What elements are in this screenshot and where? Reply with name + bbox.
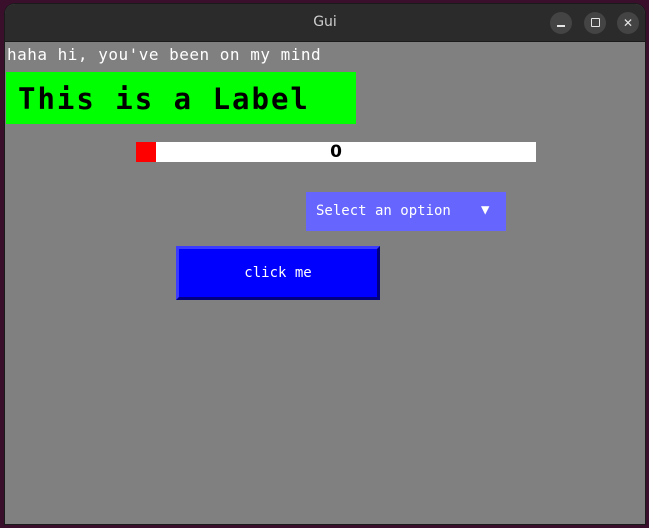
dropdown-label: Select an option	[316, 203, 451, 219]
window-title: Gui	[313, 14, 337, 30]
chevron-down-icon: ▼	[481, 202, 490, 218]
click-me-button[interactable]: click me	[176, 246, 380, 300]
option-dropdown[interactable]: Select an option ▼	[306, 192, 506, 231]
minimize-button[interactable]	[550, 12, 572, 34]
close-icon: ✕	[622, 16, 634, 30]
app-window: Gui ✕ haha hi, you've been on my mind Th…	[5, 4, 645, 524]
window-content: haha hi, you've been on my mind This is …	[5, 42, 645, 524]
progress-value: 0	[330, 142, 342, 162]
title-bar[interactable]: Gui ✕	[5, 4, 645, 42]
maximize-button[interactable]	[584, 12, 606, 34]
maximize-icon	[590, 18, 600, 27]
minimize-icon	[557, 25, 565, 27]
greeting-text: haha hi, you've been on my mind	[7, 45, 322, 64]
main-label: This is a Label	[6, 72, 356, 124]
progress-bar: 0	[136, 142, 536, 162]
close-button[interactable]: ✕	[617, 12, 639, 34]
